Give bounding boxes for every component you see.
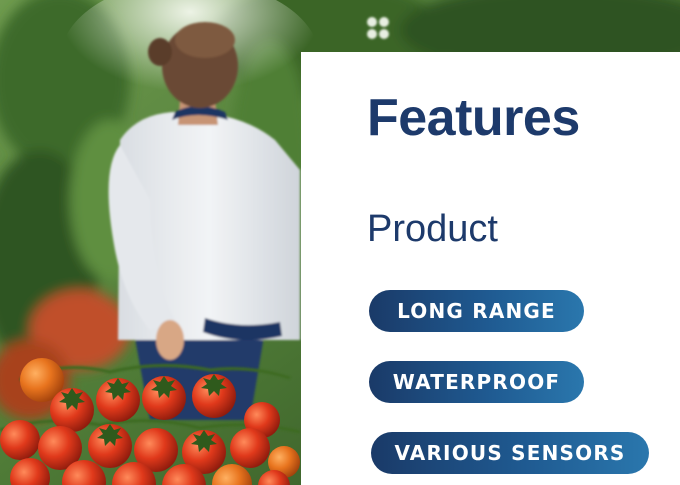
product-subtitle: Product [367,208,498,250]
features-card: Features Product LONG RANGE WATERPROOF V… [0,0,680,485]
tag-long-range: LONG RANGE [369,290,584,332]
features-panel: Features Product LONG RANGE WATERPROOF V… [301,52,680,485]
features-title: Features [367,89,580,147]
tag-waterproof: WATERPROOF [369,361,584,403]
tag-various-sensors: VARIOUS SENSORS [371,432,649,474]
